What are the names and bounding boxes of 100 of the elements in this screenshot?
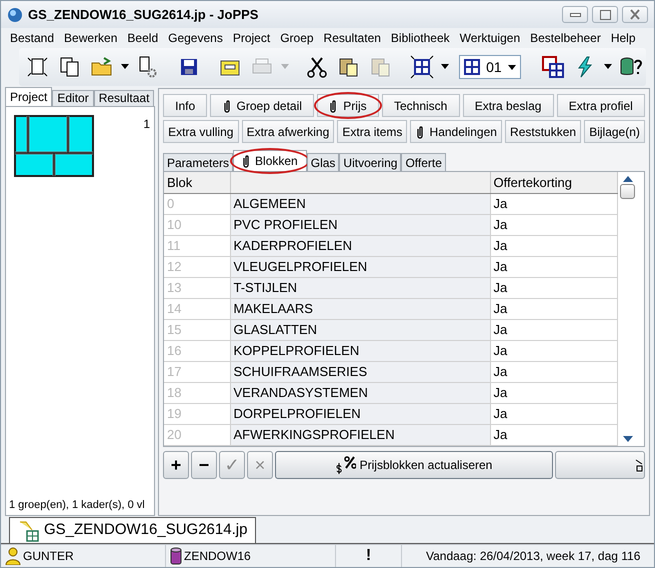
close-icon <box>630 9 640 20</box>
scrollbar-thumb[interactable] <box>620 184 635 199</box>
menu-item[interactable]: Bibliotheek <box>386 29 455 47</box>
column-header[interactable]: Offertekorting <box>490 172 617 193</box>
table-cell: 11 <box>164 235 230 256</box>
detail-button[interactable]: Extra beslag <box>462 94 554 117</box>
detail-button[interactable]: Extra afwerking <box>242 120 334 143</box>
panel-tab[interactable]: Editor <box>52 90 94 106</box>
caret-icon <box>121 64 129 70</box>
column-header[interactable]: Blok <box>164 172 230 193</box>
table-cell: Ja <box>490 277 617 298</box>
grid-dropdown[interactable]: 01 <box>459 55 521 79</box>
caret-icon <box>281 64 290 70</box>
menu-item[interactable]: Beeld <box>122 29 164 47</box>
alert-text: ! <box>366 546 372 566</box>
table-cell: 10 <box>164 214 230 235</box>
update-button[interactable]: Prijsblokken actualiseren <box>275 450 553 478</box>
menu-item[interactable]: Groep <box>275 29 319 47</box>
paperclip-icon <box>416 124 424 138</box>
paperclip-icon <box>329 98 338 112</box>
detail-button[interactable]: Handelingen <box>410 120 502 143</box>
window-title: GS_ZENDOW16_SUG2614.jp - JoPPS <box>28 6 258 24</box>
detail-button[interactable]: Prijs <box>317 94 379 117</box>
detail-button[interactable]: Groep detail <box>210 94 314 117</box>
table-cell: DORPELPROFIELEN <box>230 403 490 424</box>
app-icon <box>7 6 23 22</box>
table-cell: 16 <box>164 340 230 361</box>
tab[interactable]: Blokken <box>233 150 307 171</box>
scissors-icon <box>305 55 330 79</box>
caret-icon <box>508 64 516 70</box>
table-cell: 18 <box>164 382 230 403</box>
table-cell: PVC PROFIELEN <box>230 214 490 235</box>
minimize-button[interactable] <box>562 6 588 23</box>
panel-tab[interactable]: Project <box>5 87 52 106</box>
minimize-icon <box>570 12 580 16</box>
table-cell: VLEUGELPROFIELEN <box>230 256 490 277</box>
document-tab[interactable]: GS_ZENDOW16_SUG2614.jp <box>9 517 256 543</box>
scroll-up-icon <box>622 176 632 182</box>
table-cell: 20 <box>164 424 230 445</box>
table-cell: Ja <box>490 193 617 214</box>
menu-item[interactable]: Bestelbeheer <box>525 29 606 47</box>
dropdown-value: 01 <box>486 58 502 76</box>
table-cell: KADERPROFIELEN <box>230 235 490 256</box>
dollar-percent-icon <box>336 454 356 474</box>
tab[interactable]: Parameters <box>163 153 234 171</box>
table-cell: 13 <box>164 277 230 298</box>
maximize-icon <box>600 10 610 20</box>
tab[interactable]: Uitvoering <box>339 153 402 171</box>
table-cell: GLASLATTEN <box>230 319 490 340</box>
summary-text: 1 groep(en), 1 kader(s), 0 vl <box>8 498 146 512</box>
table-cell: ALGEMEEN <box>230 193 490 214</box>
table-cell: KOPPELPROFIELEN <box>230 340 490 361</box>
window-grid-icon <box>541 55 565 79</box>
add-button[interactable]: + <box>163 450 189 478</box>
table-cell: SCHUIFRAAMSERIES <box>230 361 490 382</box>
table-cell: VERANDASYSTEMEN <box>230 382 490 403</box>
menu-item[interactable]: Bewerken <box>59 29 122 47</box>
detail-button[interactable]: Extra vulling <box>163 120 238 143</box>
menu-item[interactable]: Help <box>606 29 641 47</box>
table-cell: Ja <box>490 403 617 424</box>
maximize-button[interactable] <box>592 6 618 23</box>
table-cell: Ja <box>490 382 617 403</box>
table-cell: Ja <box>490 235 617 256</box>
caret-icon <box>604 64 612 70</box>
table-cell: Ja <box>490 298 617 319</box>
detail-button[interactable]: Info <box>163 94 208 117</box>
database-icon <box>170 547 182 565</box>
table-cell: 12 <box>164 256 230 277</box>
caret-icon <box>441 64 450 70</box>
frame-number: 1 <box>143 116 150 133</box>
detail-button[interactable]: Extra profiel <box>556 94 645 117</box>
table-cell: AFWERKINGSPROFIELEN <box>230 424 490 445</box>
table-cell: 0 <box>164 193 230 214</box>
menu-item[interactable]: Resultaten <box>318 29 386 47</box>
table-cell: 15 <box>164 319 230 340</box>
new-document-icon <box>26 55 50 79</box>
paperclip-icon <box>222 98 231 112</box>
menu-item[interactable]: Project <box>228 29 276 47</box>
tab[interactable]: Glas <box>306 153 340 171</box>
detail-button[interactable]: Reststukken <box>504 120 582 143</box>
remove-button[interactable]: − <box>191 450 217 478</box>
table-cell: 17 <box>164 361 230 382</box>
database-name: ZENDOW16 <box>184 548 251 565</box>
table-cell: Ja <box>490 424 617 445</box>
table-cell: 14 <box>164 298 230 319</box>
table-cell: Ja <box>490 214 617 235</box>
close-button[interactable] <box>622 6 648 23</box>
detail-button[interactable]: Extra items <box>337 120 408 143</box>
table-cell: Ja <box>490 340 617 361</box>
panel-tab[interactable]: Resultaat <box>94 90 154 106</box>
tab[interactable]: Offerte <box>401 153 446 171</box>
menu-item[interactable]: Werktuigen <box>454 29 526 47</box>
scroll-down-icon <box>622 436 632 442</box>
menu-item[interactable]: Gegevens <box>163 29 228 47</box>
date-text: Vandaag: 26/04/2013, week 17, dag 116 <box>426 548 640 565</box>
menu-item[interactable]: Bestand <box>5 29 60 47</box>
table-cell: MAKELAARS <box>230 298 490 319</box>
table-cell: 19 <box>164 403 230 424</box>
detail-button[interactable]: Technisch <box>382 94 460 117</box>
detail-button[interactable]: Bijlage(n) <box>584 120 645 143</box>
